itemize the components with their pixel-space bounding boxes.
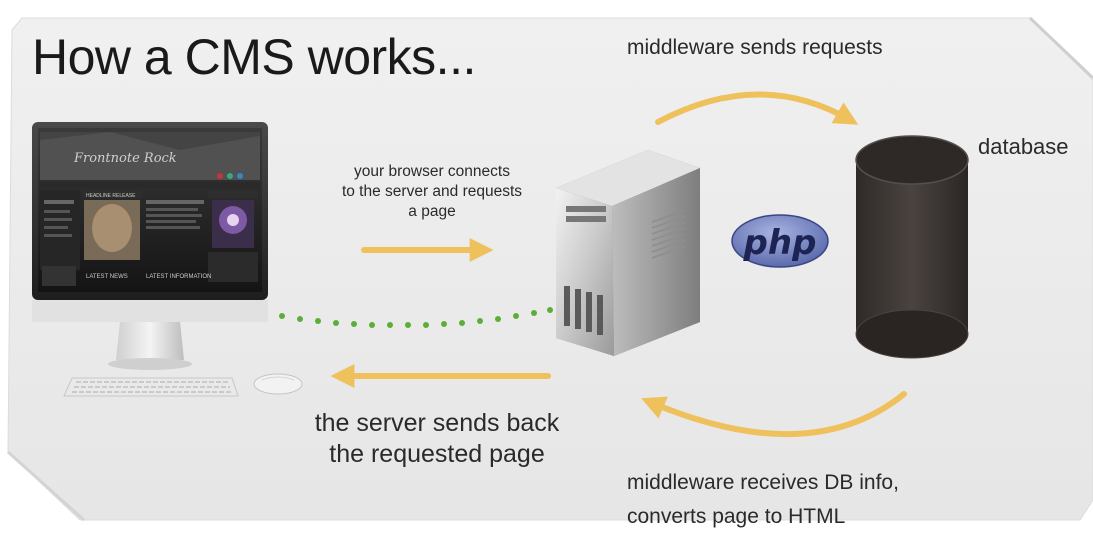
label-middleware-sends: middleware sends requests xyxy=(627,36,883,59)
label-middleware-receives-line-2: converts page to HTML xyxy=(627,505,846,528)
label-server-sends-line-2: the requested page xyxy=(329,440,545,468)
label-browser-connects-line-2: to the server and requests xyxy=(341,183,523,200)
php-logo-text: php xyxy=(743,223,817,263)
website-heading-3: LATEST INFORMATION xyxy=(146,274,211,280)
website-heading-2: LATEST NEWS xyxy=(86,274,128,280)
php-logo: php xyxy=(731,214,829,268)
label-middleware-receives: middleware receives DB info, converts pa… xyxy=(627,466,967,534)
label-middleware-receives-line-1: middleware receives DB info, xyxy=(627,471,899,494)
label-browser-connects: your browser connects to the server and … xyxy=(318,162,546,222)
label-database: database xyxy=(978,134,1069,159)
database-cylinder-icon xyxy=(855,135,969,359)
label-server-sends-back: the server sends back the requested page xyxy=(300,408,574,470)
label-browser-connects-line-1: your browser connects xyxy=(354,163,510,180)
keyboard-icon xyxy=(63,377,239,397)
server-tower-icon xyxy=(556,150,700,356)
mouse-icon xyxy=(253,373,303,395)
page-title: How a CMS works... xyxy=(32,29,476,85)
website-brand: Frontnote Rock xyxy=(73,151,177,166)
label-server-sends-line-1: the server sends back xyxy=(314,409,560,437)
website-heading-1: HEADLINE RELEASE xyxy=(86,193,136,199)
label-browser-connects-line-3: a page xyxy=(408,203,456,220)
